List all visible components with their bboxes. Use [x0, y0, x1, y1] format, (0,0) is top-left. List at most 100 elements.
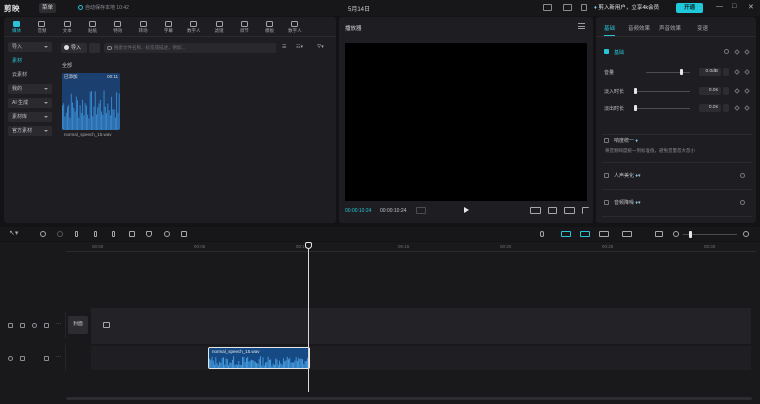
preview-axis-icon[interactable] — [622, 231, 632, 237]
audio-track-lock-icon[interactable] — [8, 356, 13, 361]
row-keyframe-next-icon[interactable] — [744, 105, 750, 111]
zoom-out-icon[interactable] — [673, 231, 679, 237]
track-lock-icon[interactable] — [8, 323, 13, 328]
audio-clip[interactable]: normal_speech_15.wav — [208, 347, 310, 369]
row-keyframe-next-icon[interactable] — [744, 88, 750, 94]
row-keyframe-icon[interactable] — [734, 88, 740, 94]
project-title[interactable]: 5月14日 — [348, 4, 370, 13]
track-mute-icon[interactable] — [44, 323, 49, 328]
fullscreen-icon[interactable] — [582, 207, 589, 214]
redo-icon[interactable] — [57, 231, 63, 237]
row-keyframe-icon[interactable] — [734, 69, 740, 75]
split-left-icon[interactable] — [94, 231, 97, 237]
player-menu-icon[interactable] — [578, 23, 585, 29]
keyframe-icon[interactable] — [734, 49, 740, 55]
basic-checkbox[interactable] — [604, 49, 609, 54]
tool-tab-2[interactable]: 文本 — [55, 17, 80, 37]
tool-tab-7[interactable]: 数字人 — [181, 17, 206, 37]
close-icon[interactable]: ✕ — [748, 3, 754, 11]
audio-track-more-icon[interactable]: ··· — [56, 354, 61, 360]
row-keyframe-icon[interactable] — [734, 105, 740, 111]
voice-enhance-reset-icon[interactable] — [740, 173, 745, 178]
side-nav-item-1[interactable]: 素材 — [8, 56, 52, 66]
row-value-input[interactable]: 0.0dB — [699, 68, 721, 76]
preview-viewport[interactable] — [345, 43, 587, 201]
vip-button[interactable]: 开通 — [676, 3, 703, 13]
layout-icon[interactable] — [543, 4, 552, 11]
row-keyframe-next-icon[interactable] — [744, 69, 750, 75]
filter-icon[interactable]: ⛛▾ — [317, 44, 324, 52]
row-slider-knob[interactable] — [680, 69, 684, 75]
edit-icon[interactable] — [181, 231, 187, 237]
row-value-input[interactable]: 0.0s — [699, 104, 721, 112]
sort-icon[interactable]: ☰ — [282, 44, 286, 52]
tab-speed[interactable]: 变速 — [697, 24, 708, 32]
reset-icon[interactable] — [724, 49, 729, 54]
keyframe-next-icon[interactable] — [744, 49, 750, 55]
zoom-in-icon[interactable] — [743, 231, 749, 237]
main-track-lane[interactable] — [91, 308, 751, 344]
side-nav-item-2[interactable]: 云素材 — [8, 70, 52, 80]
side-nav-item-3[interactable]: 我的 — [8, 84, 52, 94]
link-icon[interactable] — [599, 231, 609, 237]
media-item[interactable]: 已添加 00:11 — [62, 73, 120, 130]
row-slider[interactable] — [634, 108, 690, 109]
tool-tab-10[interactable]: 模板 — [257, 17, 282, 37]
row-value-input[interactable]: 0.0s — [699, 87, 721, 95]
menu-button[interactable]: 菜单 — [39, 3, 57, 13]
microphone-icon[interactable] — [540, 231, 544, 237]
fit-icon[interactable] — [655, 231, 663, 237]
freeze-icon[interactable] — [164, 231, 170, 237]
maximize-icon[interactable]: □ — [732, 3, 736, 10]
row-slider-knob[interactable] — [634, 88, 637, 94]
row-slider-knob[interactable] — [634, 105, 637, 111]
ratio-button[interactable] — [530, 207, 541, 214]
tab-sound-effects[interactable]: 声音效果 — [659, 24, 681, 32]
audio-track-lane[interactable] — [91, 346, 751, 370]
promo-banner[interactable]: ♦ 剪入新用户，立享4k会员 — [594, 3, 659, 11]
cover-button[interactable]: 封面 — [68, 316, 88, 334]
voice-enhance-checkbox[interactable] — [604, 173, 609, 178]
tab-audio-effects[interactable]: 音频效果 — [628, 24, 650, 32]
shortcut-icon[interactable] — [563, 4, 572, 11]
playhead[interactable] — [308, 244, 309, 392]
timeline-scrollbar[interactable] — [66, 397, 752, 400]
normalize-checkbox[interactable] — [604, 138, 609, 143]
grid-view-icon[interactable] — [89, 43, 100, 53]
tool-tab-9[interactable]: 调节 — [232, 17, 257, 37]
row-slider[interactable] — [646, 72, 690, 73]
tab-basic[interactable]: 基础 — [604, 24, 616, 36]
audio-track-hide-icon[interactable] — [20, 356, 25, 361]
side-nav-item-6[interactable]: 官方素材 — [8, 126, 52, 136]
minimize-icon[interactable]: — — [716, 3, 723, 10]
track-more-icon[interactable]: ··· — [56, 321, 61, 327]
playhead-handle[interactable] — [305, 242, 312, 249]
split-icon[interactable] — [75, 231, 78, 237]
play-icon[interactable] — [464, 207, 469, 213]
sort-dropdown[interactable]: ☷▾ — [296, 44, 303, 52]
side-nav-item-5[interactable]: 素材库 — [8, 112, 52, 122]
track-visible-icon[interactable] — [32, 323, 37, 328]
noise-reset-icon[interactable] — [740, 200, 745, 205]
crop-icon[interactable] — [548, 207, 557, 214]
tool-tab-4[interactable]: 特效 — [105, 17, 130, 37]
tool-tab-5[interactable]: 转场 — [130, 17, 155, 37]
select-tool-icon[interactable]: ↖▾ — [9, 229, 18, 237]
row-slider[interactable] — [634, 91, 690, 92]
import-button[interactable]: 导入 — [61, 43, 87, 53]
audio-track-mute-icon[interactable] — [44, 356, 49, 361]
auto-snap-icon[interactable] — [580, 231, 590, 237]
tool-tab-1[interactable]: 音频 — [29, 17, 54, 37]
side-nav-item-4[interactable]: AI 生成 — [8, 98, 52, 108]
noise-checkbox[interactable] — [604, 200, 609, 205]
quality-icon[interactable] — [564, 207, 575, 214]
track-hide-icon[interactable] — [20, 323, 25, 328]
tool-tab-0[interactable]: 媒体 — [4, 17, 29, 37]
side-nav-item-0[interactable]: 导入 — [8, 42, 52, 52]
mark-icon[interactable] — [146, 231, 152, 237]
row-stepper[interactable] — [723, 87, 729, 95]
split-right-icon[interactable] — [112, 231, 115, 237]
tool-tab-8[interactable]: 滤镜 — [206, 17, 231, 37]
timecode-toggle-icon[interactable] — [416, 207, 426, 214]
zoom-slider-knob[interactable] — [689, 231, 692, 238]
